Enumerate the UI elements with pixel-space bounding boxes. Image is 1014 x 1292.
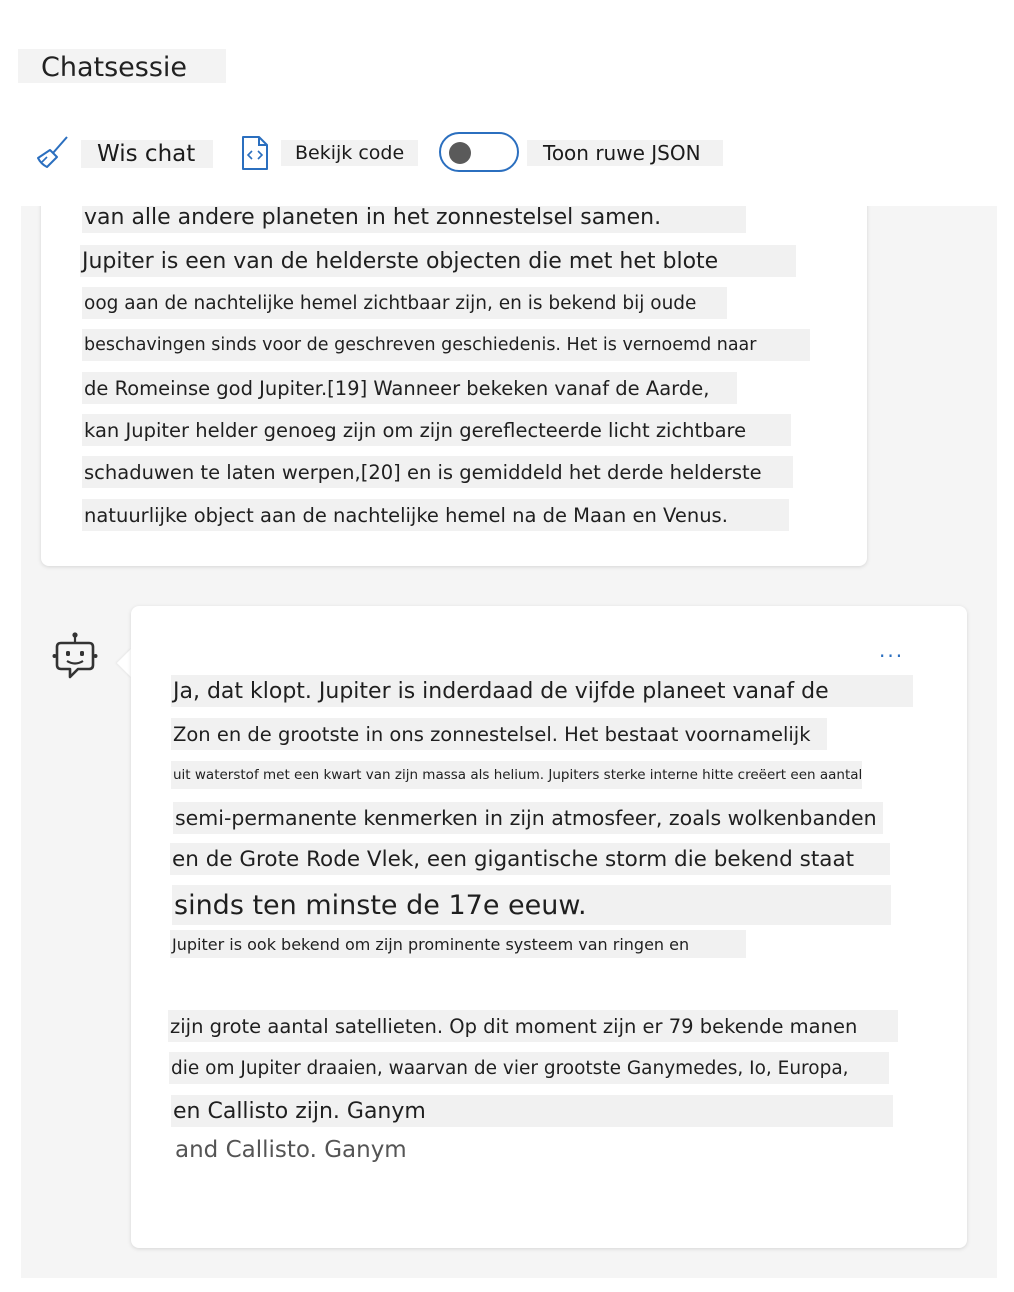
user-message-line: kan Jupiter helder genoeg zijn om zijn g…: [82, 414, 791, 446]
raw-json-toggle[interactable]: [439, 132, 519, 172]
bot-message-line: Ja, dat klopt. Jupiter is inderdaad de v…: [171, 675, 913, 707]
user-message-line: schaduwen te laten werpen,[20] en is gem…: [82, 456, 793, 488]
bot-message-trailing-text: and Callisto. Ganym: [175, 1137, 407, 1163]
more-options-button[interactable]: ...: [879, 638, 904, 662]
clear-chat-button[interactable]: Wis chat: [81, 140, 213, 168]
code-file-icon[interactable]: [240, 135, 270, 171]
user-message-line: de Romeinse god Jupiter.[19] Wanneer bek…: [82, 372, 737, 404]
broom-icon[interactable]: [36, 135, 72, 171]
view-code-label: Bekijk code: [295, 142, 405, 164]
bot-message-line: en Callisto zijn. Ganym: [171, 1095, 893, 1127]
view-code-button[interactable]: Bekijk code: [281, 140, 418, 166]
bot-message-line: uit waterstof met een kwart van zijn mas…: [171, 761, 862, 789]
bot-message-line: sinds ten minste de 17e eeuw.: [172, 885, 891, 925]
bot-message-line: die om Jupiter draaien, waarvan de vier …: [169, 1052, 889, 1084]
user-message-card: van alle andere planeten in het zonneste…: [41, 206, 867, 566]
bot-message-card: ... Ja, dat klopt. Jupiter is inderdaad …: [131, 606, 967, 1248]
user-message-line: van alle andere planeten in het zonneste…: [82, 206, 746, 233]
bot-message-line: semi-permanente kenmerken in zijn atmosf…: [173, 802, 883, 834]
raw-json-label: Toon ruwe JSON: [527, 140, 723, 166]
chat-transcript[interactable]: van alle andere planeten in het zonneste…: [21, 206, 997, 1278]
clear-chat-label: Wis chat: [97, 141, 196, 167]
user-message-line: beschavingen sinds voor de geschreven ge…: [82, 329, 810, 361]
toggle-knob: [449, 142, 471, 164]
bot-message-line: zijn grote aantal satellieten. Op dit mo…: [168, 1010, 898, 1042]
bot-message-line: Zon en de grootste in ons zonnestelsel. …: [171, 718, 827, 750]
bot-message-line: Jupiter is ook bekend om zijn prominente…: [170, 930, 746, 958]
page-title: Chatsessie: [41, 52, 188, 83]
bot-avatar-icon: [52, 632, 98, 679]
bot-message-line: en de Grote Rode Vlek, een gigantische s…: [170, 843, 890, 875]
user-message-line: oog aan de nachtelijke hemel zichtbaar z…: [82, 287, 727, 319]
user-message-line: Jupiter is een van de helderste objecten…: [80, 245, 796, 277]
user-message-line: natuurlijke object aan de nachtelijke he…: [82, 499, 789, 531]
